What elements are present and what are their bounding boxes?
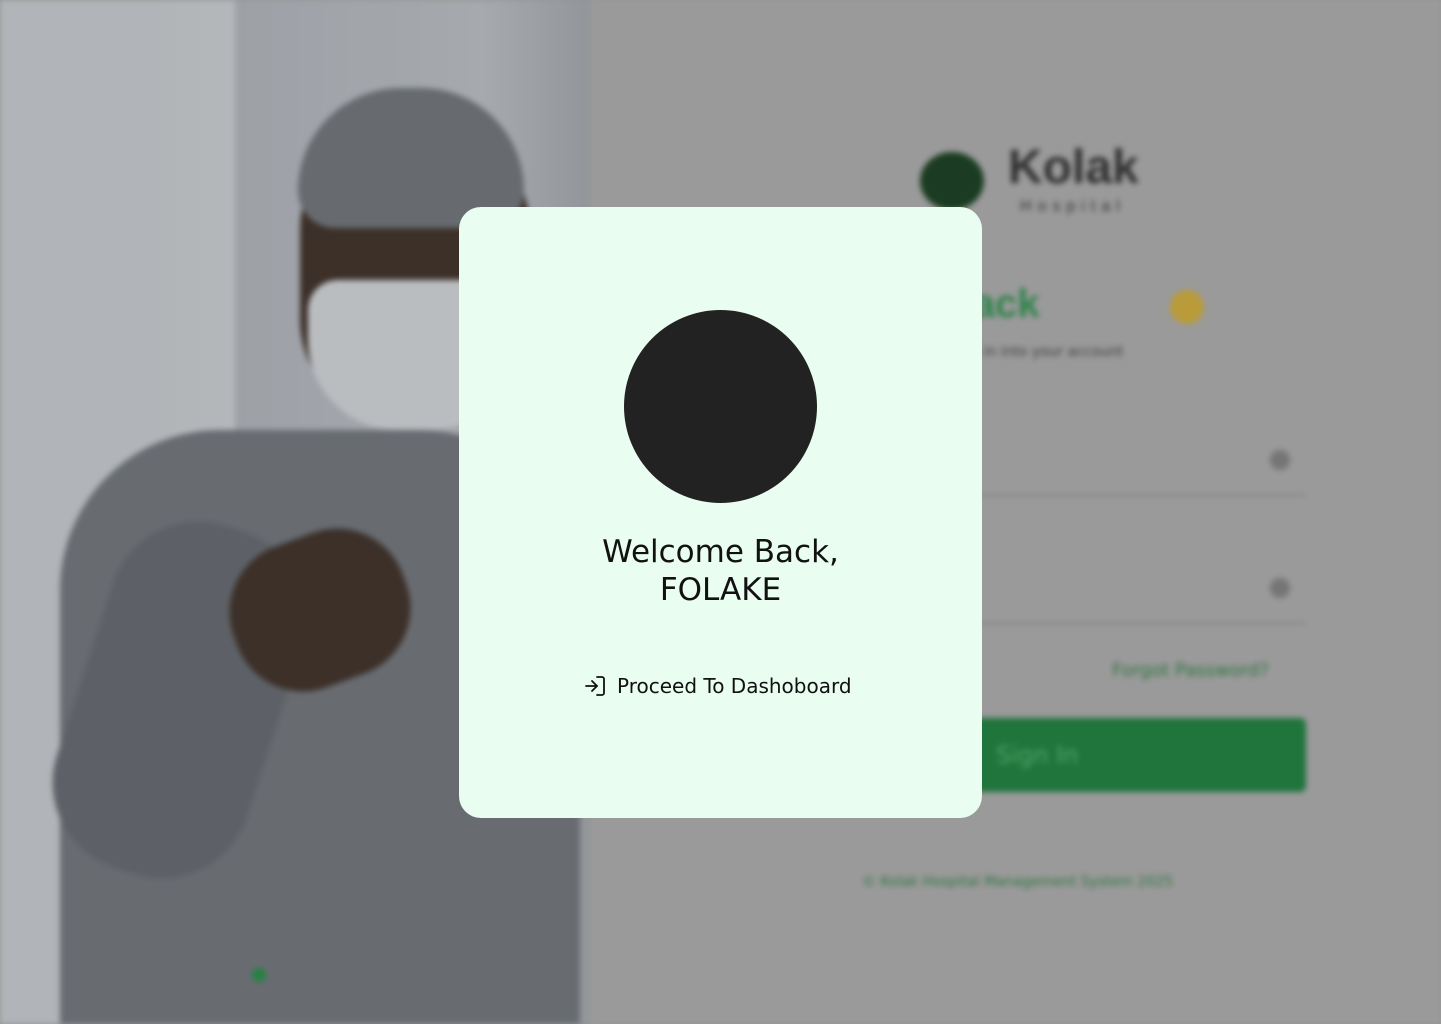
login-arrow-icon xyxy=(585,676,605,696)
avatar xyxy=(624,310,817,503)
welcome-modal: Welcome Back, FOLAKE Proceed To Dashoboa… xyxy=(459,207,982,818)
proceed-label: Proceed To Dashoboard xyxy=(617,674,852,698)
greeting-line-1: Welcome Back, xyxy=(602,534,839,570)
proceed-to-dashboard-button[interactable]: Proceed To Dashoboard xyxy=(583,674,852,698)
welcome-greeting: Welcome Back, FOLAKE xyxy=(459,533,982,609)
user-name: FOLAKE xyxy=(659,572,782,608)
